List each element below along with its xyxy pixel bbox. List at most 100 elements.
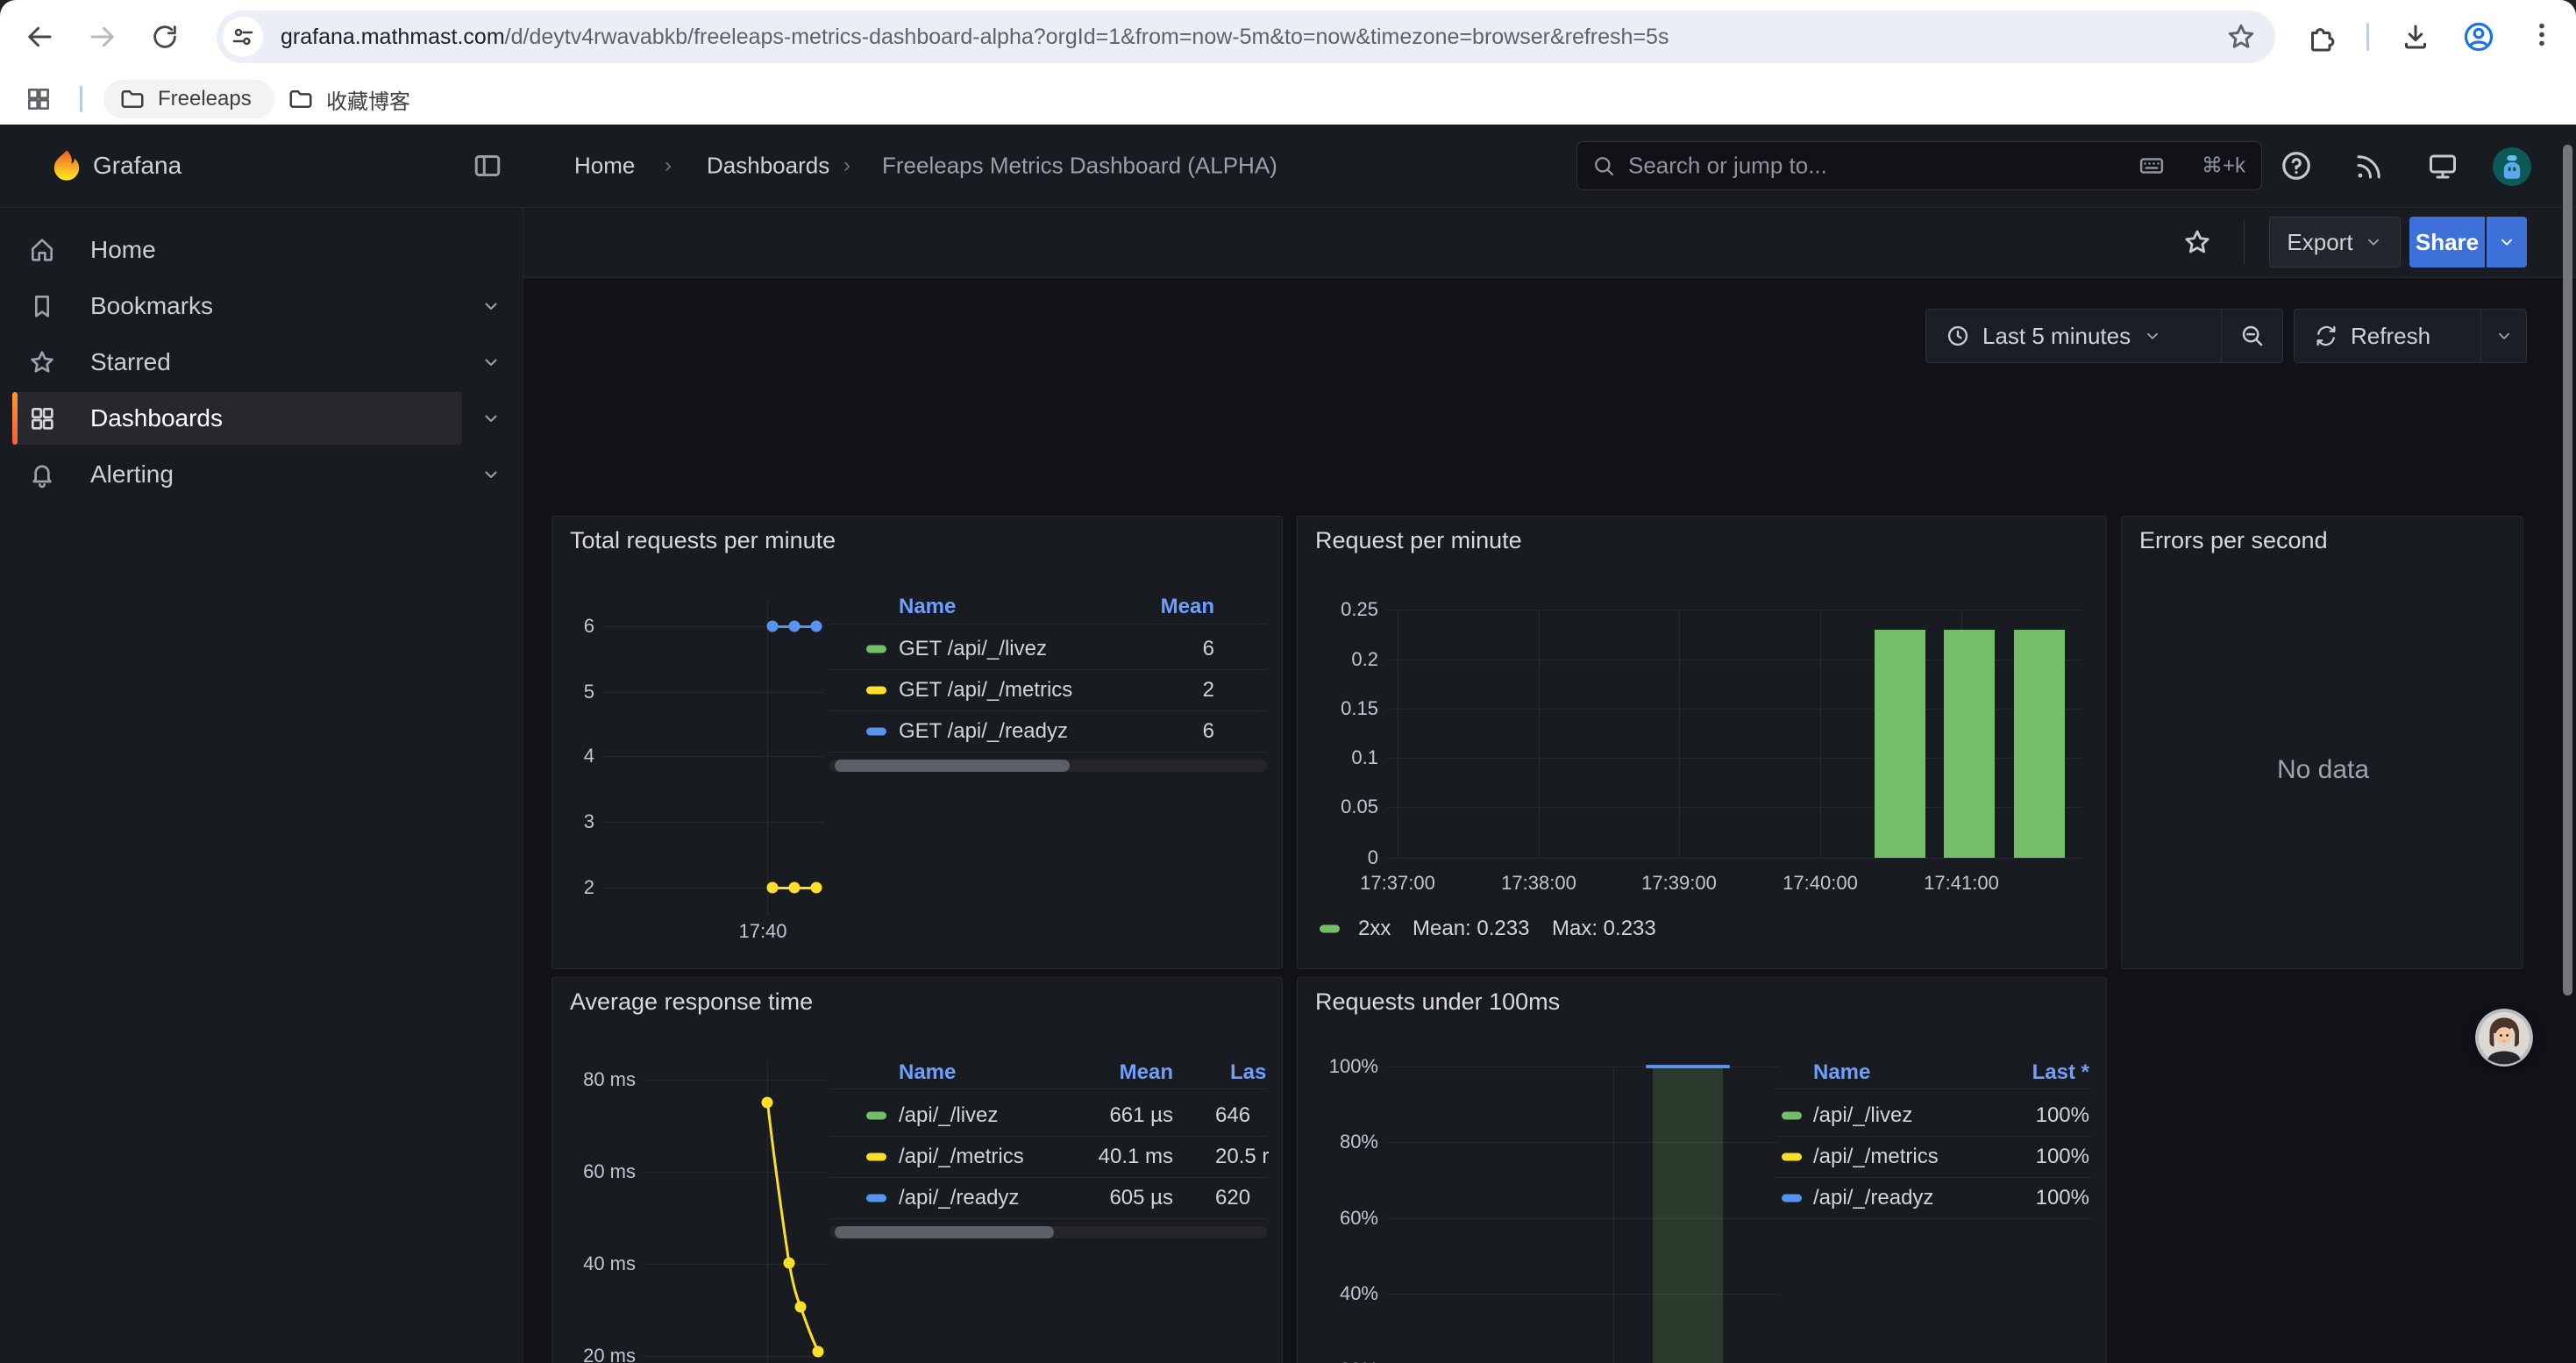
table-scrollbar-thumb[interactable] xyxy=(835,1226,1054,1238)
bookmark-label: 收藏博客 xyxy=(326,84,410,115)
chevron-down-icon[interactable] xyxy=(480,464,502,485)
panel-avg-response-time[interactable]: Average response time 80 ms 60 ms 40 ms … xyxy=(551,977,1283,1363)
bookmark-icon xyxy=(28,292,56,320)
sidebar-item-starred[interactable]: Starred xyxy=(0,334,523,390)
refresh-controls-group: Refresh xyxy=(2294,309,2527,363)
dock-sidebar-icon[interactable] xyxy=(472,150,503,182)
sidebar-item-label: Dashboards xyxy=(90,404,223,432)
brand-title: Grafana xyxy=(93,152,181,180)
zoom-out-button[interactable] xyxy=(2222,310,2283,362)
grafana-app: Grafana Home › Dashboards › Freeleaps Me… xyxy=(0,125,2576,1363)
sidebar-item-home[interactable]: Home xyxy=(0,222,523,278)
help-icon[interactable] xyxy=(2280,149,2313,182)
legend-series-name[interactable]: 2xx xyxy=(1358,917,1391,941)
back-icon[interactable] xyxy=(24,21,55,53)
column-header-name[interactable]: Name xyxy=(899,1060,956,1085)
table-scrollbar-thumb[interactable] xyxy=(835,760,1070,772)
active-item-accent xyxy=(12,392,18,445)
series-color-dash xyxy=(1320,925,1340,933)
legend-table: Name Last * /api/_/livez 100% /api/_/met… xyxy=(1298,978,2107,1363)
sidebar-item-alerting[interactable]: Alerting xyxy=(0,446,523,503)
chevron-down-icon xyxy=(2494,326,2514,346)
sidebar-item-label: Home xyxy=(90,236,156,264)
share-menu-button[interactable] xyxy=(2487,217,2527,268)
page-scrollbar-thumb[interactable] xyxy=(2563,145,2572,995)
toolbar-divider xyxy=(2244,220,2245,264)
dashboard-canvas: Last 5 minutes Refresh xyxy=(523,278,2576,1363)
sidebar-item-bookmarks[interactable]: Bookmarks xyxy=(0,278,523,334)
column-header-last[interactable]: Last * xyxy=(1955,1060,2089,1085)
bookmark-folder-blogs[interactable]: 收藏博客 xyxy=(272,80,433,118)
assistant-avatar[interactable] xyxy=(2475,1009,2533,1067)
grafana-sidebar: Home Bookmarks Starred Dashboards xyxy=(0,208,523,1363)
monitor-icon[interactable] xyxy=(2427,151,2459,182)
url-text[interactable]: grafana.mathmast.com/d/deytv4rwavabkb/fr… xyxy=(281,11,2210,63)
breadcrumb-home[interactable]: Home xyxy=(574,153,635,180)
browser-toolbar: grafana.mathmast.com/d/deytv4rwavabkb/fr… xyxy=(0,0,2576,74)
bookmark-star-icon[interactable] xyxy=(2226,22,2256,52)
dashboards-grid-icon xyxy=(28,404,56,432)
series-color-dash xyxy=(866,728,886,736)
search-input[interactable]: Search or jump to... ⌘+k xyxy=(1576,141,2262,190)
column-header-last[interactable]: Las xyxy=(1230,1060,1266,1085)
dashboard-toolbar: Export Share xyxy=(523,208,2576,278)
url-bar[interactable]: grafana.mathmast.com/d/deytv4rwavabkb/fr… xyxy=(217,11,2275,63)
sidebar-item-dashboards[interactable]: Dashboards xyxy=(0,390,523,446)
extensions-icon[interactable] xyxy=(2306,21,2338,53)
series-color-dash xyxy=(1782,1153,1802,1161)
time-range-picker[interactable]: Last 5 minutes xyxy=(1926,310,2221,362)
menu-icon[interactable] xyxy=(2527,20,2557,54)
news-rss-icon[interactable] xyxy=(2353,151,2385,182)
profile-icon[interactable] xyxy=(2462,20,2495,54)
panel-request-per-minute[interactable]: Request per minute 0.25 0.2 0.15 0.1 0.0… xyxy=(1297,516,2107,969)
search-shortcut: ⌘+k xyxy=(2202,153,2245,179)
export-button[interactable]: Export xyxy=(2269,217,2401,268)
grafana-header: Grafana Home › Dashboards › Freeleaps Me… xyxy=(0,125,2576,208)
column-header-name[interactable]: Name xyxy=(899,595,956,619)
refresh-interval-button[interactable] xyxy=(2481,310,2526,362)
breadcrumb-current: Freeleaps Metrics Dashboard (ALPHA) xyxy=(882,153,1277,180)
share-button[interactable]: Share xyxy=(2409,217,2485,268)
favorite-star-icon[interactable] xyxy=(2182,227,2212,257)
site-settings-icon[interactable] xyxy=(223,17,263,57)
panel-errors-per-second[interactable]: Errors per second No data xyxy=(2121,516,2523,969)
share-button-label: Share xyxy=(2416,229,2479,256)
column-header-mean[interactable]: Mean xyxy=(1078,595,1214,619)
time-range-label: Last 5 minutes xyxy=(1982,323,2131,350)
home-icon xyxy=(28,236,56,264)
search-icon xyxy=(1591,153,1616,178)
download-icon[interactable] xyxy=(2400,21,2431,53)
refresh-label: Refresh xyxy=(2351,323,2430,350)
panel-under-100ms[interactable]: Requests under 100ms 100% 80% 60% 40% 20… xyxy=(1297,977,2107,1363)
clock-icon xyxy=(1946,324,1970,348)
bookmark-folder-freeleaps[interactable]: Freeleaps xyxy=(103,80,274,118)
time-controls-group: Last 5 minutes xyxy=(1925,309,2283,363)
zoom-out-icon xyxy=(2239,323,2266,349)
user-avatar[interactable] xyxy=(2493,147,2531,186)
chevron-down-icon[interactable] xyxy=(480,352,502,373)
breadcrumb-separator: › xyxy=(843,153,850,178)
search-placeholder: Search or jump to... xyxy=(1628,153,1827,180)
breadcrumb-dashboards[interactable]: Dashboards xyxy=(707,153,829,180)
chevron-down-icon[interactable] xyxy=(480,296,502,317)
browser-window: grafana.mathmast.com/d/deytv4rwavabkb/fr… xyxy=(0,0,2576,1363)
folder-icon xyxy=(119,86,146,112)
bookmark-label: Freeleaps xyxy=(158,87,252,111)
refresh-button[interactable]: Refresh xyxy=(2295,310,2480,362)
url-domain: grafana.mathmast.com xyxy=(281,25,505,49)
panel-title: Errors per second xyxy=(2139,527,2328,554)
grafana-logo[interactable] xyxy=(49,148,84,188)
legend-table: Name Mean GET /api/_/livez 6 GET /api/_/… xyxy=(552,517,1283,969)
reload-icon[interactable] xyxy=(150,22,180,52)
apps-grid-icon[interactable] xyxy=(25,85,53,113)
chevron-down-icon[interactable] xyxy=(480,408,502,429)
panel-total-requests[interactable]: Total requests per minute 6 5 4 3 2 xyxy=(551,516,1283,969)
series-color-dash xyxy=(1782,1195,1802,1202)
chevron-down-icon xyxy=(2364,232,2383,252)
column-header-mean[interactable]: Mean xyxy=(1043,1060,1173,1085)
sidebar-item-label: Starred xyxy=(90,348,171,376)
forward-icon[interactable] xyxy=(87,21,118,53)
column-header-name[interactable]: Name xyxy=(1813,1060,1870,1085)
chevron-down-icon xyxy=(2143,326,2162,346)
export-button-label: Export xyxy=(2287,229,2352,256)
